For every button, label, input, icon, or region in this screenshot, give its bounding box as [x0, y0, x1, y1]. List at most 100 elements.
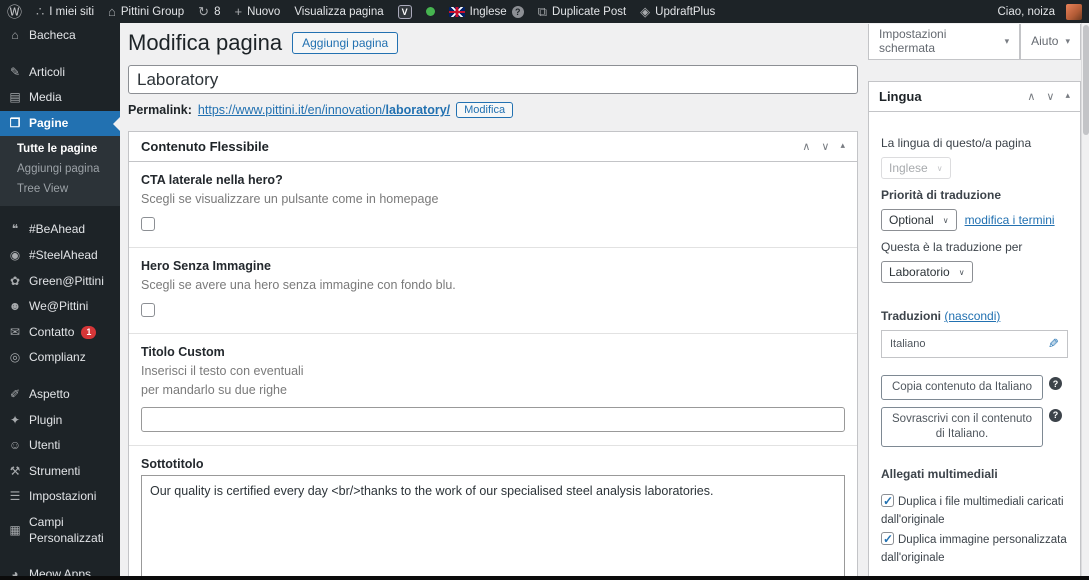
scrollbar-thumb[interactable] [1083, 25, 1089, 135]
custom-fields-icon: ▦ [8, 523, 22, 539]
translation-of-select[interactable]: Laboratorio ∨ [881, 261, 973, 283]
sidebar-label: Complianz [29, 350, 86, 366]
sidebar-item-pagine[interactable]: ❐ Pagine [0, 111, 120, 137]
sidebar-item-impostazioni[interactable]: ☰ Impostazioni [0, 484, 120, 510]
edit-translation-pencil-icon[interactable]: ✎ [1048, 336, 1059, 352]
sidebar-item-contatto[interactable]: ✉ Contatto 1 [0, 320, 120, 346]
sidebar-item-steelahead[interactable]: ◉ #SteelAhead [0, 243, 120, 269]
sidebar-label: We@Pittini [29, 299, 88, 315]
sidebar-item-strumenti[interactable]: ⚒ Strumenti [0, 459, 120, 485]
move-up-icon[interactable]: ∧ [1027, 90, 1035, 103]
updates-menu[interactable]: ↻ 8 [191, 0, 227, 23]
field-description: Scegli se avere una hero senza immagine … [141, 277, 845, 294]
edit-terms-link[interactable]: modifica i termini [965, 213, 1055, 227]
greeting-label: Ciao, noiza [997, 6, 1055, 18]
panel-title: Lingua [879, 89, 922, 104]
submenu-aggiungi-pagina[interactable]: Aggiungi pagina [0, 159, 120, 179]
sidebar-item-complianz[interactable]: ◎ Complianz [0, 345, 120, 371]
sidebar-label: Strumenti [29, 464, 80, 480]
help-label: Aiuto [1031, 34, 1058, 48]
sidebar-item-aspetto[interactable]: ✐ Aspetto [0, 382, 120, 408]
permalink-link[interactable]: https://www.pittini.it/en/innovation/lab… [198, 103, 450, 117]
dashboard-icon: ⌂ [8, 28, 22, 44]
copy-content-button[interactable]: Copia contenuto da Italiano [881, 375, 1043, 400]
home-icon: ⌂ [108, 5, 116, 18]
field-label: CTA laterale nella hero? [141, 173, 845, 187]
help-question-icon[interactable]: ? [1049, 377, 1062, 390]
field-description: Scegli se visualizzare un pulsante come … [141, 191, 845, 208]
field-description: per mandarlo su due righe [141, 382, 845, 399]
screen-options-button[interactable]: Impostazioni schermata ▾ [868, 24, 1020, 60]
select-chevron-icon: ∨ [943, 216, 949, 225]
duplicate-image-option: Duplica immagine personalizzata dall'ori… [881, 532, 1068, 568]
my-sites-label: I miei siti [49, 6, 94, 18]
selected-language: Inglese [889, 161, 928, 175]
contatto-count-badge: 1 [81, 326, 96, 340]
flexible-content-header[interactable]: Contenuto Flessibile ∧ ∨ ▴ [129, 132, 857, 162]
account-menu[interactable]: Ciao, noiza [990, 4, 1089, 20]
hide-translations-link[interactable]: (nascondi) [944, 309, 1000, 323]
sidebar-item-articoli[interactable]: ✎ Articoli [0, 60, 120, 86]
titolo-custom-input[interactable] [141, 407, 845, 432]
sidebar-item-we-pittini[interactable]: ☻ We@Pittini [0, 294, 120, 320]
move-down-icon[interactable]: ∨ [821, 140, 829, 153]
duplicate-image-checkbox[interactable] [881, 532, 894, 545]
updraftplus-menu[interactable]: ◈ UpdraftPlus [633, 0, 722, 23]
duplicate-files-label: Duplica i file multimediali caricati dal… [881, 496, 1064, 526]
window-bottom-edge [0, 576, 1089, 580]
language-panel-header[interactable]: Lingua ∧ ∨ ▴ [869, 82, 1080, 112]
field-sottotitolo: Sottotitolo Our quality is certified eve… [129, 446, 857, 580]
wordpress-logo-menu[interactable]: Ⓦ [0, 0, 29, 23]
edit-permalink-button[interactable]: Modifica [456, 102, 513, 118]
submenu-tree-view[interactable]: Tree View [0, 179, 120, 199]
page-scrollbar[interactable] [1081, 23, 1089, 576]
duplicate-post-menu[interactable]: ⧉ Duplicate Post [531, 0, 633, 23]
right-sidebar: Impostazioni schermata ▾ Aiuto ▾ Lingua … [868, 24, 1081, 580]
envelope-icon: ✉ [8, 325, 22, 341]
status-indicator[interactable] [419, 0, 442, 23]
select-chevron-icon: ∨ [937, 164, 943, 173]
sidebar-label: #SteelAhead [29, 248, 98, 264]
sidebar-item-plugin[interactable]: ✦ Plugin [0, 408, 120, 434]
plugin-v-menu[interactable]: V [391, 0, 419, 23]
duplicate-post-label: Duplicate Post [552, 6, 626, 18]
collapse-icon[interactable]: ▴ [840, 140, 845, 153]
overwrite-content-button[interactable]: Sovrascrivi con il contenuto di Italiano… [881, 407, 1043, 447]
post-title-input[interactable] [128, 65, 858, 94]
translations-label: Traduzioni (nascondi) [881, 309, 1068, 323]
help-button[interactable]: Aiuto ▾ [1020, 24, 1081, 60]
sidebar-item-media[interactable]: ▤ Media [0, 85, 120, 111]
view-page-menu[interactable]: Visualizza pagina [287, 0, 390, 23]
move-up-icon[interactable]: ∧ [802, 140, 810, 153]
permalink-slug: laboratory/ [386, 103, 451, 117]
select-chevron-icon: ∨ [959, 268, 965, 277]
new-content-menu[interactable]: + Nuovo [227, 0, 287, 23]
translation-language: Italiano [890, 338, 925, 350]
language-menu[interactable]: Inglese ? [442, 0, 531, 23]
collapse-icon[interactable]: ▴ [1065, 90, 1070, 103]
sidebar-item-beahead[interactable]: ❝ #BeAhead [0, 217, 120, 243]
cta-laterale-checkbox[interactable] [141, 217, 155, 231]
move-down-icon[interactable]: ∨ [1046, 90, 1054, 103]
people-icon: ☻ [8, 299, 22, 315]
site-name-menu[interactable]: ⌂ Pittini Group [101, 0, 191, 23]
sidebar-item-green-pittini[interactable]: ✿ Green@Pittini [0, 269, 120, 295]
translation-priority-label: Priorità di traduzione [881, 188, 1068, 202]
plus-icon: + [234, 5, 242, 18]
permalink-label: Permalink: [128, 103, 192, 117]
sidebar-label: Utenti [29, 438, 60, 454]
page-language-select[interactable]: Inglese ∨ [881, 157, 951, 179]
hero-senza-immagine-checkbox[interactable] [141, 303, 155, 317]
field-titolo-custom: Titolo Custom Inserisci il testo con eve… [129, 334, 857, 446]
add-page-button[interactable]: Aggiungi pagina [292, 32, 398, 54]
sidebar-item-bacheca[interactable]: ⌂ Bacheca [0, 23, 120, 49]
sidebar-item-utenti[interactable]: ☺ Utenti [0, 433, 120, 459]
submenu-tutte-le-pagine[interactable]: Tutte le pagine [0, 139, 120, 159]
my-sites-menu[interactable]: ∴ I miei siti [29, 0, 101, 23]
sidebar-item-campi-personalizzati[interactable]: ▦ Campi Personalizzati [0, 510, 120, 551]
duplicate-files-checkbox[interactable] [881, 494, 894, 507]
help-question-icon[interactable]: ? [1049, 409, 1062, 422]
translation-priority-select[interactable]: Optional ∨ [881, 209, 957, 231]
sottotitolo-textarea[interactable]: Our quality is certified every day <br/>… [141, 475, 845, 580]
new-label: Nuovo [247, 6, 280, 18]
